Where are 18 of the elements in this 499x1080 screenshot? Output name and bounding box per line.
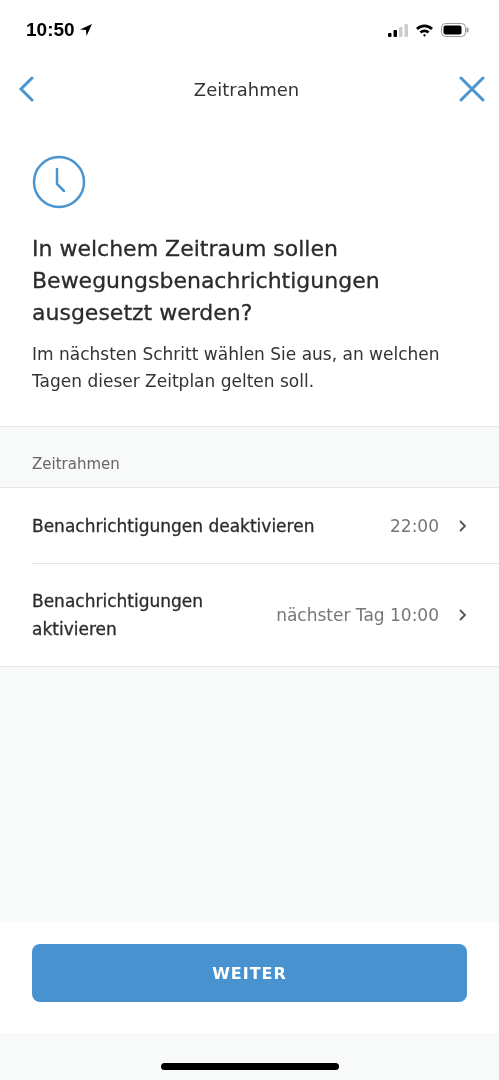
close-button[interactable] bbox=[459, 76, 485, 102]
question-heading: In welchem Zeitraum sollen Bewegungsbenachrichtigungen ausgesetzt werden? bbox=[32, 235, 381, 327]
settings-row[interactable]: Benachrichtigungen aktivieren nächster Tag 10:00 bbox=[32, 563, 499, 666]
screen-title: Zeitrahmen bbox=[193, 78, 300, 100]
chevron-icon bbox=[459, 519, 467, 532]
clock-icon bbox=[32, 155, 86, 209]
description-text: Im nächsten Schritt wählen Sie aus, an welchen Tagen dieser Zeitplan gelten soll. bbox=[32, 343, 441, 393]
back-button[interactable] bbox=[18, 76, 34, 102]
close-icon bbox=[459, 76, 485, 102]
clock-time: 10:50 bbox=[26, 19, 75, 41]
signal-icon bbox=[388, 23, 408, 37]
section-label: Zeitrahmen bbox=[32, 455, 120, 473]
chevron-icon bbox=[459, 609, 467, 621]
back-icon bbox=[18, 76, 34, 102]
battery-icon bbox=[441, 23, 469, 37]
settings-row[interactable]: Benachrichtigungen deaktivieren 22:00 bbox=[32, 488, 499, 563]
location-arrow-icon bbox=[78, 23, 93, 37]
wifi-icon bbox=[415, 23, 434, 37]
